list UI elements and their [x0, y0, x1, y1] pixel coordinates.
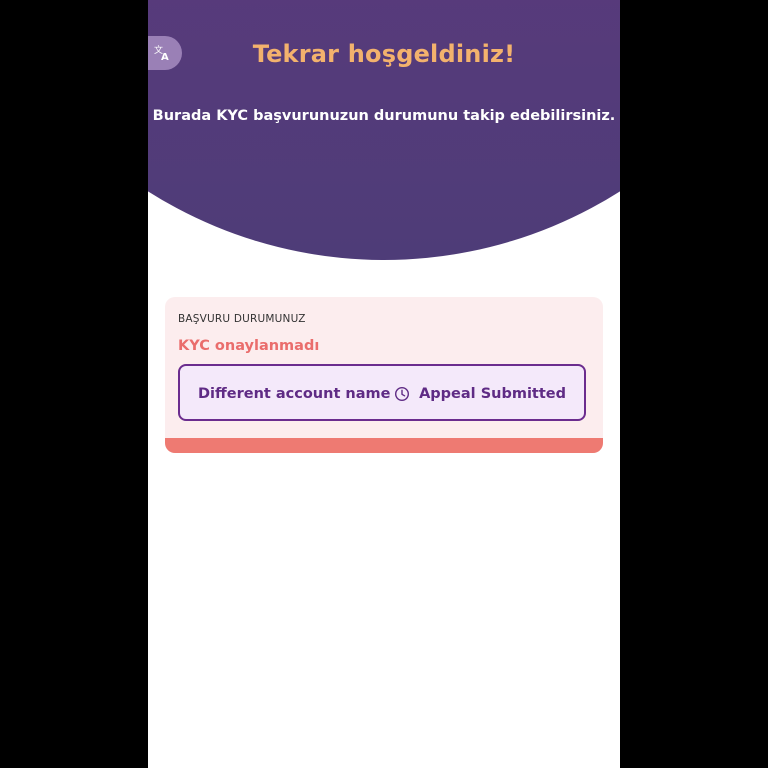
status-indicator-bar: [165, 438, 603, 453]
rejection-reason-box: Different account name Appeal Submitted: [178, 364, 586, 421]
appeal-status: Appeal Submitted: [394, 384, 566, 404]
kyc-status-card: BAŞVURU DURUMUNUZ KYC onaylanmadı Differ…: [165, 297, 603, 453]
appeal-status-label: Appeal Submitted: [419, 386, 566, 402]
app-screen: 文 A Tekrar hoşgeldiniz! Burada KYC başvu…: [148, 0, 620, 768]
status-label: BAŞVURU DURUMUNUZ: [178, 313, 306, 325]
clock-icon: [395, 386, 410, 402]
page-title: Tekrar hoşgeldiniz!: [252, 40, 516, 68]
page-subtitle: Burada KYC başvurunuzun durumunu takip e…: [152, 108, 616, 124]
rejection-reason: Different account name: [198, 386, 391, 402]
status-value: KYC onaylanmadı: [178, 338, 320, 354]
